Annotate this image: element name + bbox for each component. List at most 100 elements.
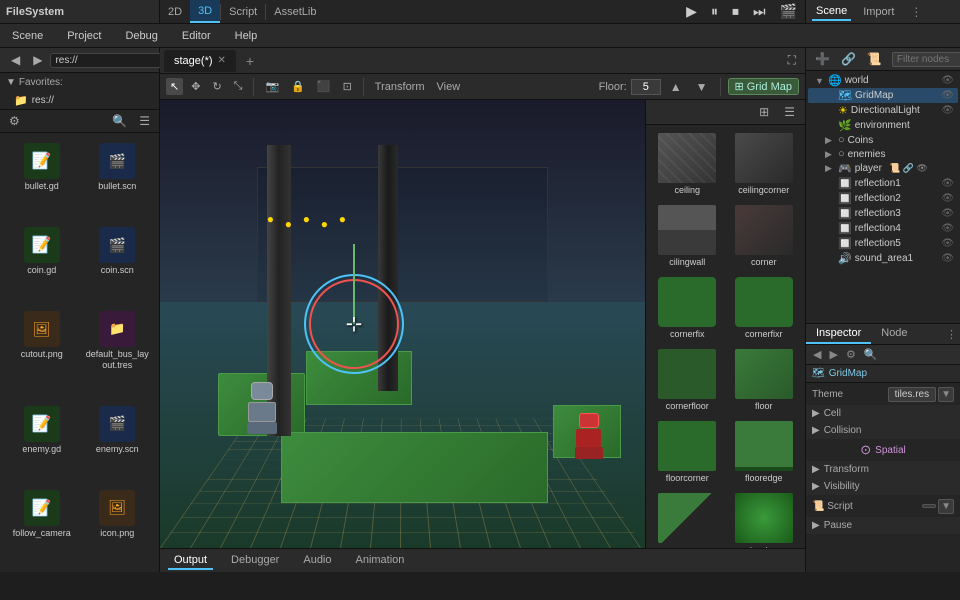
insp-section-transform[interactable]: ▶Transform bbox=[806, 461, 960, 478]
inspector-menu[interactable]: ⋮ bbox=[943, 324, 960, 344]
stage-tab-close[interactable]: ✕ bbox=[218, 55, 226, 66]
maximize-viewport-button[interactable]: ⛶ bbox=[783, 51, 801, 70]
tree-visibility-icon[interactable]: 👁 bbox=[941, 238, 954, 249]
stage-tab[interactable]: stage(*) ✕ bbox=[164, 50, 236, 72]
fs-file-item[interactable]: 🎬enemy.scn bbox=[82, 402, 154, 482]
tree-visibility-icon[interactable]: 👁 bbox=[941, 208, 954, 219]
tree-item-environment[interactable]: 🌿environment bbox=[808, 118, 958, 133]
use-occluder[interactable]: ⊡ bbox=[339, 78, 356, 95]
tree-item-world[interactable]: ▼🌐world👁 bbox=[808, 73, 958, 88]
inspector-tab[interactable]: Inspector bbox=[806, 324, 871, 344]
mode-script-button[interactable]: Script bbox=[221, 0, 265, 23]
fs-file-item[interactable]: 📝enemy.gd bbox=[6, 402, 78, 482]
floor-value-input[interactable] bbox=[631, 79, 661, 95]
tree-visibility-icon[interactable]: 👁 bbox=[941, 75, 954, 86]
script-dropdown[interactable]: ▼ bbox=[938, 499, 954, 514]
movie-button[interactable]: 🎬 bbox=[776, 1, 801, 22]
fs-file-item[interactable]: 🎬coin.scn bbox=[82, 223, 154, 303]
tree-item-reflection1[interactable]: 🔲reflection1👁 bbox=[808, 176, 958, 191]
fs-file-item[interactable]: 📝bullet.gd bbox=[6, 139, 78, 219]
tree-item-player[interactable]: ▶🎮player📜 🔗 👁 bbox=[808, 161, 958, 176]
menu-scene[interactable]: Scene bbox=[8, 28, 47, 44]
viewport-3d[interactable]: ● ● ● ● ● bbox=[160, 100, 645, 548]
right-panel-menu[interactable]: ⋮ bbox=[906, 4, 926, 20]
transform-menu[interactable]: Transform bbox=[371, 79, 429, 95]
tile-list-view[interactable]: ☰ bbox=[779, 103, 800, 121]
fs-search-button[interactable]: 🔍 bbox=[107, 112, 132, 130]
scene-new-node[interactable]: ➕ bbox=[811, 51, 834, 67]
fs-file-item[interactable]: 📝follow_camera bbox=[6, 486, 78, 566]
menu-debug[interactable]: Debug bbox=[121, 28, 161, 44]
insp-add-property[interactable]: ⚙ bbox=[843, 347, 859, 362]
tree-item-reflection4[interactable]: 🔲reflection4👁 bbox=[808, 221, 958, 236]
fs-back-button[interactable]: ◀ bbox=[6, 51, 25, 69]
play-button[interactable]: ▶ bbox=[682, 1, 701, 22]
tree-visibility-icon[interactable]: 👁 bbox=[941, 223, 954, 234]
tree-item-enemies[interactable]: ▶○enemies bbox=[808, 147, 958, 161]
insp-filter[interactable]: 🔍 bbox=[861, 347, 881, 362]
rotate-tool[interactable]: ↻ bbox=[208, 78, 225, 95]
import-tab[interactable]: Import bbox=[859, 4, 898, 20]
tile-item-ramp[interactable]: ramp bbox=[650, 489, 725, 548]
scene-link-node[interactable]: 🔗 bbox=[837, 51, 860, 67]
fs-forward-button[interactable]: ▶ bbox=[28, 51, 47, 69]
tree-item-reflection5[interactable]: 🔲reflection5👁 bbox=[808, 236, 958, 251]
fs-file-item[interactable]: 📁default_bus_layout.tres bbox=[82, 307, 154, 398]
mode-assetlib-button[interactable]: AssetLib bbox=[266, 0, 324, 23]
fs-config-button[interactable]: ⚙ bbox=[4, 112, 25, 130]
tree-item-sound_area1[interactable]: 🔊sound_area1👁 bbox=[808, 251, 958, 266]
fs-file-item[interactable]: 🖼cutout.png bbox=[6, 307, 78, 398]
use-snap[interactable]: ⬛ bbox=[313, 78, 335, 95]
bottom-tab-animation[interactable]: Animation bbox=[350, 552, 411, 570]
tile-item-ceilingcorner[interactable]: ceilingcorner bbox=[727, 129, 802, 199]
tile-item-cilingwall[interactable]: cilingwall bbox=[650, 201, 725, 271]
tree-item-gridmap[interactable]: 🗺GridMap👁 bbox=[808, 88, 958, 103]
stop-button[interactable]: ⏹ bbox=[728, 1, 743, 22]
floor-down[interactable]: ▼ bbox=[691, 78, 713, 96]
tree-item-directionallight[interactable]: ☀DirectionalLight👁 bbox=[808, 103, 958, 118]
theme-value-button[interactable]: tiles.res bbox=[888, 387, 936, 402]
select-tool[interactable]: ↖ bbox=[166, 78, 183, 95]
tile-item-treetop[interactable]: treetop bbox=[727, 489, 802, 548]
tile-item-cornerfloor[interactable]: cornerfloor bbox=[650, 345, 725, 415]
tile-item-floorcorner[interactable]: floorcorner bbox=[650, 417, 725, 487]
theme-dropdown[interactable]: ▼ bbox=[938, 387, 954, 402]
floor-up[interactable]: ▲ bbox=[665, 78, 687, 96]
tree-visibility-icon[interactable]: 👁 bbox=[941, 253, 954, 264]
pause-button[interactable]: ⏸ bbox=[707, 1, 722, 22]
node-tab[interactable]: Node bbox=[871, 324, 917, 344]
remote-button[interactable]: ⏭ bbox=[749, 1, 770, 22]
tile-item-cornerfixr[interactable]: cornerfixr bbox=[727, 273, 802, 343]
move-tool[interactable]: ✥ bbox=[187, 78, 204, 95]
tile-item-ceiling[interactable]: ceiling bbox=[650, 129, 725, 199]
tile-item-corner[interactable]: corner bbox=[727, 201, 802, 271]
script-val-button[interactable] bbox=[922, 504, 936, 508]
fs-fav-res[interactable]: 📁 res:// bbox=[0, 92, 159, 109]
insp-section-collision[interactable]: ▶Collision bbox=[806, 422, 960, 439]
node-search-input[interactable] bbox=[892, 52, 960, 67]
view-menu[interactable]: View bbox=[433, 79, 465, 95]
bottom-tab-output[interactable]: Output bbox=[168, 552, 213, 570]
menu-project[interactable]: Project bbox=[63, 28, 105, 44]
scene-tab[interactable]: Scene bbox=[812, 3, 851, 21]
mode-3d-button[interactable]: 3D bbox=[190, 0, 220, 23]
menu-help[interactable]: Help bbox=[231, 28, 262, 44]
insp-section-visibility[interactable]: ▶Visibility bbox=[806, 478, 960, 495]
snap-tool[interactable]: 🔒 bbox=[287, 78, 309, 95]
tile-grid-view[interactable]: ⊞ bbox=[754, 103, 774, 121]
fs-file-item[interactable]: 🖼icon.png bbox=[82, 486, 154, 566]
menu-editor[interactable]: Editor bbox=[178, 28, 215, 44]
scale-tool[interactable]: ⤡ bbox=[230, 78, 247, 95]
scene-script-node[interactable]: 📜 bbox=[863, 51, 886, 67]
local-tool[interactable]: 📷 bbox=[261, 78, 283, 95]
fs-list-button[interactable]: ☰ bbox=[134, 112, 155, 130]
gridmap-button[interactable]: ⊞ Grid Map bbox=[728, 78, 799, 95]
tree-item-reflection2[interactable]: 🔲reflection2👁 bbox=[808, 191, 958, 206]
tree-visibility-icon[interactable]: 👁 bbox=[941, 178, 954, 189]
tree-item-reflection3[interactable]: 🔲reflection3👁 bbox=[808, 206, 958, 221]
bottom-tab-debugger[interactable]: Debugger bbox=[225, 552, 285, 570]
mode-2d-button[interactable]: 2D bbox=[160, 0, 190, 23]
tile-item-flooredge[interactable]: flooredge bbox=[727, 417, 802, 487]
tree-visibility-icon[interactable]: 👁 bbox=[941, 90, 954, 101]
tile-item-floor[interactable]: floor bbox=[727, 345, 802, 415]
